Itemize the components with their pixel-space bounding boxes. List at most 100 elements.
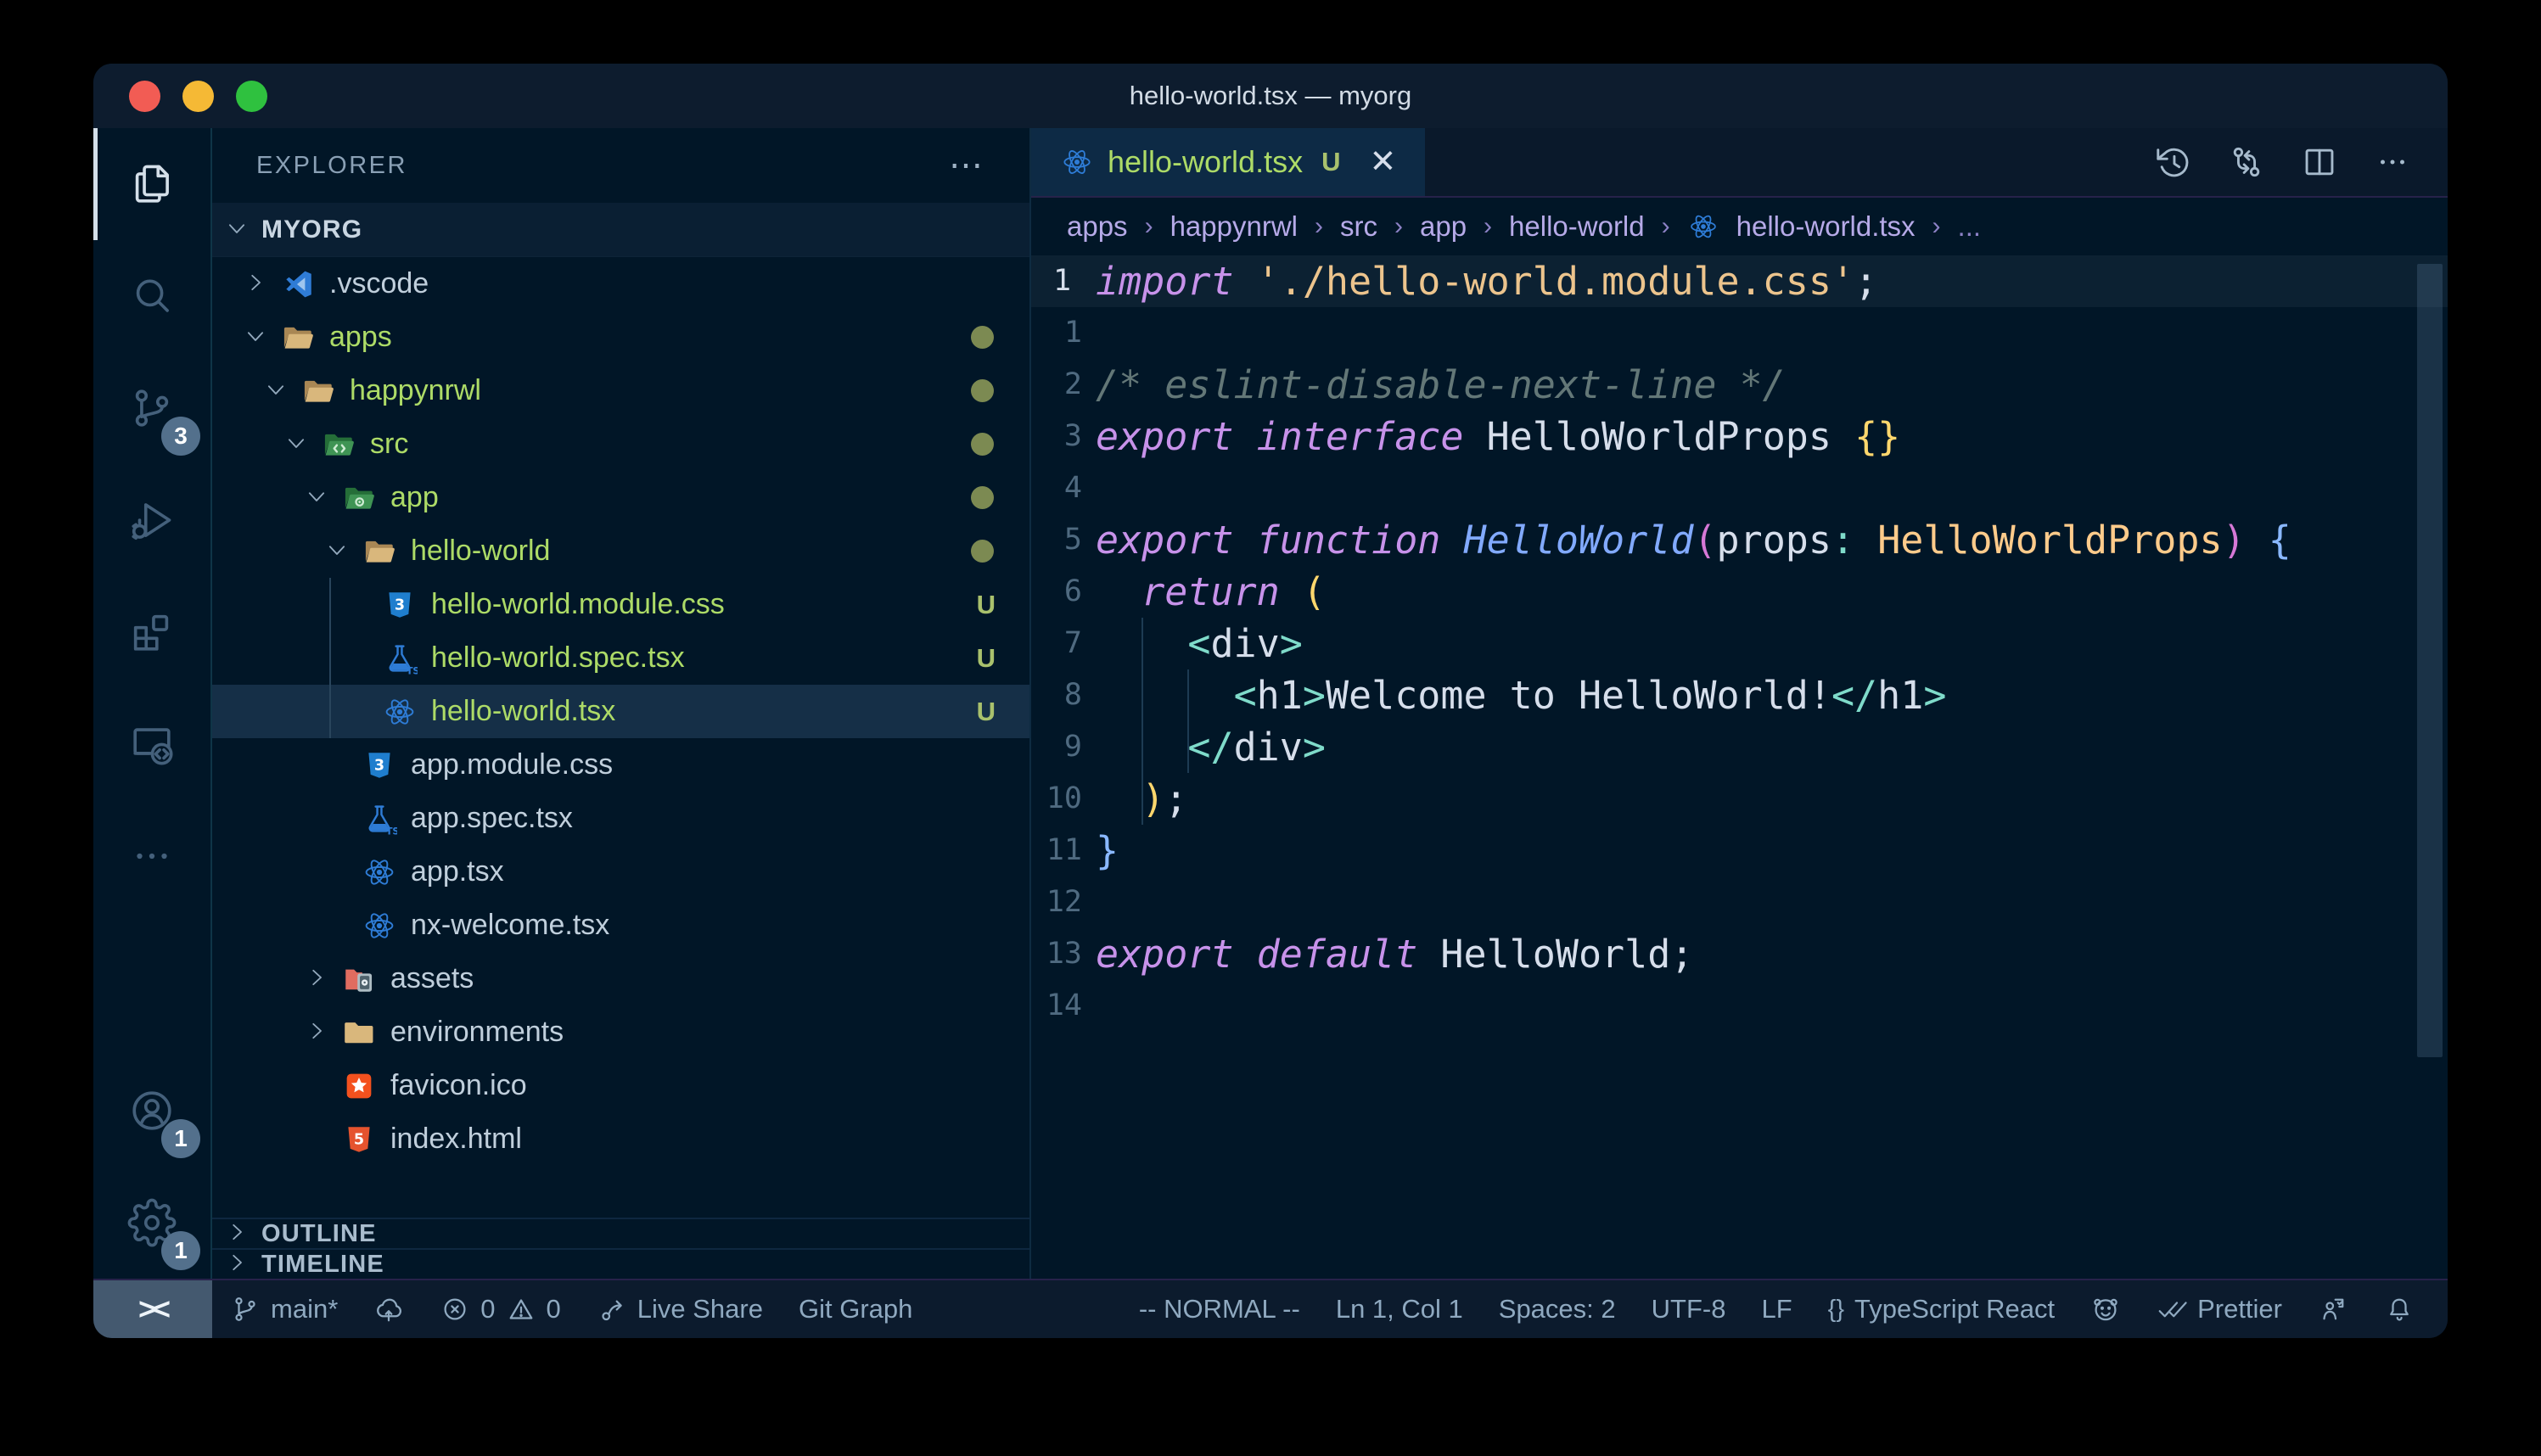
titlebar: hello-world.tsx — myorg <box>93 64 2448 128</box>
activitybar-settings[interactable]: 1 <box>93 1167 210 1279</box>
line-number: 13 <box>1031 928 1092 980</box>
chevron-down-icon[interactable] <box>304 484 333 512</box>
statusbar-indentation[interactable]: Spaces: 2 <box>1481 1280 1634 1338</box>
chevron-right-icon[interactable] <box>304 965 333 994</box>
svg-text:3: 3 <box>395 596 405 613</box>
statusbar-encoding[interactable]: UTF-8 <box>1634 1280 1744 1338</box>
statusbar-git-branch[interactable]: main* <box>212 1280 356 1338</box>
code-line: 8 <h1>Welcome to HelloWorld!</h1> <box>1031 669 2448 721</box>
icon <box>127 496 177 545</box>
line-number: 8 <box>1031 669 1092 721</box>
tree-item[interactable]: app <box>212 471 1029 524</box>
statusbar-eol[interactable]: LF <box>1743 1280 1809 1338</box>
vscode-icon <box>280 266 316 302</box>
tree-item[interactable]: environments <box>212 1005 1029 1059</box>
code-line: 2/* eslint-disable-next-line */ <box>1031 359 2448 411</box>
line-number: 14 <box>1031 980 1092 1032</box>
tree-item[interactable]: app.tsx <box>212 845 1029 899</box>
folder-open-icon <box>362 534 397 569</box>
window-title: hello-world.tsx — myorg <box>1130 81 1411 111</box>
statusbar-feedback[interactable] <box>2073 1280 2139 1338</box>
statusbar-problems[interactable]: 00 <box>422 1280 579 1338</box>
chevron-right-icon[interactable] <box>304 1018 333 1047</box>
activitybar-more-views[interactable] <box>93 800 210 912</box>
tree-item[interactable]: nx-welcome.tsx <box>212 899 1029 952</box>
tab-close-icon[interactable]: ✕ <box>1369 146 1396 178</box>
open-timeline-button[interactable] <box>2154 143 2193 182</box>
close-button[interactable] <box>129 81 160 112</box>
folder-open-icon <box>280 320 316 356</box>
activitybar-search[interactable] <box>93 240 210 352</box>
activitybar-extensions[interactable] <box>93 576 210 688</box>
zoom-button[interactable] <box>236 81 267 112</box>
git-untracked-badge: U <box>977 643 996 674</box>
tree-item[interactable]: 3hello-world.module.cssU <box>212 578 1029 631</box>
breadcrumb-item[interactable]: happynrwl <box>1170 210 1298 243</box>
tree-item[interactable]: src <box>212 417 1029 471</box>
minimize-button[interactable] <box>182 81 214 112</box>
chevron-down-icon[interactable] <box>243 323 272 352</box>
tree-item[interactable]: hello-world <box>212 524 1029 578</box>
chevron-down-icon[interactable] <box>224 216 253 244</box>
tree-item[interactable]: favicon.ico <box>212 1059 1029 1112</box>
statusbar-formatter[interactable]: Prettier <box>2139 1280 2300 1338</box>
statusbar-person-feedback[interactable] <box>2300 1280 2366 1338</box>
more-actions-button[interactable] <box>2373 143 2412 182</box>
activitybar-accounts[interactable]: 1 <box>93 1055 210 1167</box>
statusbar-live-share[interactable]: Live Share <box>579 1280 781 1338</box>
test-icon: TS <box>382 641 418 676</box>
tree-item[interactable]: TShello-world.spec.tsxU <box>212 631 1029 685</box>
editor-scrollbar[interactable] <box>2417 264 2443 1057</box>
statusbar-publish-changes[interactable] <box>356 1280 422 1338</box>
activitybar-remote-explorer[interactable] <box>93 688 210 800</box>
smiley-icon <box>2090 1294 2121 1324</box>
statusbar-cursor-position[interactable]: Ln 1, Col 1 <box>1318 1280 1481 1338</box>
open-changes-button[interactable] <box>2227 143 2266 182</box>
statusbar-git-graph[interactable]: Git Graph <box>781 1280 930 1338</box>
editor[interactable]: 1import './hello-world.module.css';12/* … <box>1031 255 2448 1279</box>
tree-item[interactable]: .vscode <box>212 257 1029 311</box>
activitybar-explorer[interactable] <box>93 128 210 240</box>
chevron-right-icon <box>224 1219 253 1248</box>
git-untracked-badge: U <box>977 590 996 620</box>
tree-item[interactable]: 5index.html <box>212 1112 1029 1166</box>
tree-item[interactable]: assets <box>212 952 1029 1005</box>
code-line: 3export interface HelloWorldProps {} <box>1031 411 2448 462</box>
sidebar-header: EXPLORER ⋯ <box>212 128 1029 203</box>
line-number: 3 <box>1031 411 1092 462</box>
breadcrumb-item[interactable]: apps <box>1067 210 1128 243</box>
breadcrumb-item[interactable]: hello-world <box>1509 210 1645 243</box>
breadcrumb-overflow[interactable]: ... <box>1958 210 1982 243</box>
statusbar-notifications[interactable] <box>2366 1280 2432 1338</box>
tree-item[interactable]: apps <box>212 311 1029 364</box>
chevron-right-icon[interactable] <box>243 270 272 299</box>
line-number: 6 <box>1031 566 1092 618</box>
chevron-down-icon[interactable] <box>283 430 312 459</box>
git-modified-dot <box>971 433 994 456</box>
statusbar-language-mode[interactable]: {}TypeScript React <box>1810 1280 2073 1338</box>
breadcrumb-item[interactable]: hello-world.tsx <box>1736 210 1916 243</box>
tree-section-myorg[interactable]: MYORG <box>212 203 1029 257</box>
tree-item[interactable]: hello-world.tsxU <box>212 685 1029 738</box>
chevron-down-icon[interactable] <box>324 537 353 566</box>
tree-item[interactable]: happynrwl <box>212 364 1029 417</box>
split-editor-button[interactable] <box>2300 143 2339 182</box>
explorer-actions-icon[interactable]: ⋯ <box>949 146 985 185</box>
statusbar-vim-mode[interactable]: -- NORMAL -- <box>1121 1280 1318 1338</box>
chevron-down-icon[interactable] <box>263 377 292 406</box>
tab-hello-world-tsx[interactable]: hello-world.tsx U ✕ <box>1031 128 1425 196</box>
tab-label: hello-world.tsx <box>1108 144 1303 180</box>
line-number: 1 <box>1031 255 1092 307</box>
tree-item[interactable]: TSapp.spec.tsx <box>212 792 1029 845</box>
tree-item[interactable]: 3app.module.css <box>212 738 1029 792</box>
icon <box>127 160 177 209</box>
sidebar-section-timeline[interactable]: TIMELINE <box>212 1248 1029 1279</box>
activitybar-run-debug[interactable] <box>93 464 210 576</box>
breadcrumb-item[interactable]: app <box>1420 210 1467 243</box>
statusbar-remote-indicator[interactable]: >< <box>93 1280 212 1338</box>
breadcrumb-item[interactable]: src <box>1340 210 1377 243</box>
breadcrumb: apps›happynrwl›src›app›hello-world›hello… <box>1031 198 2448 255</box>
sidebar-section-outline[interactable]: OUTLINE <box>212 1218 1029 1248</box>
tab-bar: hello-world.tsx U ✕ <box>1031 128 2448 198</box>
activitybar-source-control[interactable]: 3 <box>93 352 210 464</box>
